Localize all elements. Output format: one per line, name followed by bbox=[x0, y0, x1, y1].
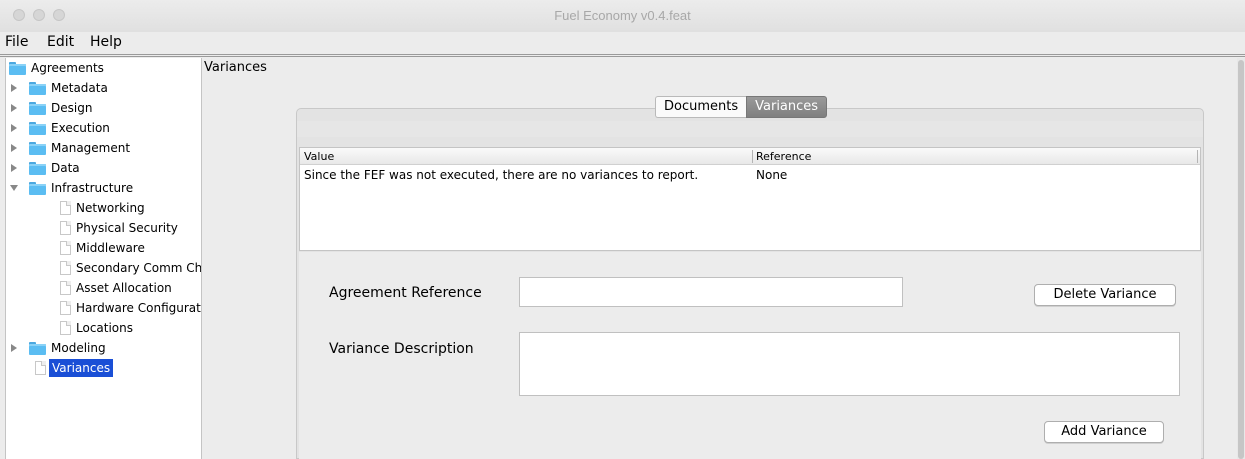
expand-arrow-icon[interactable] bbox=[11, 144, 17, 152]
tab-bar: Documents Variances bbox=[655, 96, 828, 118]
tree-label: Middleware bbox=[76, 241, 145, 255]
file-icon bbox=[60, 201, 71, 215]
delete-variance-button[interactable]: Delete Variance bbox=[1034, 284, 1176, 306]
file-icon bbox=[60, 221, 71, 235]
variance-description-input[interactable] bbox=[519, 332, 1180, 396]
expand-arrow-icon[interactable] bbox=[11, 164, 17, 172]
tree-label: Design bbox=[51, 101, 93, 115]
menu-help[interactable]: Help bbox=[90, 34, 122, 50]
file-icon bbox=[60, 301, 71, 315]
folder-icon bbox=[29, 142, 46, 155]
folder-open-icon bbox=[29, 182, 46, 195]
tree-label: Execution bbox=[51, 121, 110, 135]
tree-label: Management bbox=[51, 141, 131, 155]
tree-label: Hardware Configurat bbox=[76, 301, 201, 315]
expand-arrow-icon[interactable] bbox=[11, 344, 17, 352]
folder-icon bbox=[29, 162, 46, 175]
panel-band bbox=[297, 121, 1203, 137]
menu-file[interactable]: File bbox=[5, 34, 28, 50]
tab-variances[interactable]: Variances bbox=[746, 96, 828, 118]
folder-icon bbox=[29, 102, 46, 115]
variances-table[interactable]: Value Reference Since the FEF was not ex… bbox=[299, 147, 1201, 251]
menu-edit[interactable]: Edit bbox=[47, 34, 74, 50]
variance-description-label: Variance Description bbox=[329, 341, 474, 357]
column-header-value[interactable]: Value bbox=[304, 151, 334, 163]
file-icon bbox=[60, 321, 71, 335]
page-title: Variances bbox=[204, 60, 267, 75]
vertical-scrollbar[interactable] bbox=[1237, 58, 1245, 459]
expand-arrow-icon[interactable] bbox=[11, 124, 17, 132]
menu-bar: File Edit Help bbox=[0, 32, 1245, 55]
file-icon bbox=[60, 261, 71, 275]
file-icon bbox=[35, 361, 46, 375]
window-titlebar: Fuel Economy v0.4.feat bbox=[0, 0, 1245, 32]
column-divider[interactable] bbox=[752, 150, 753, 163]
tree-label: Infrastructure bbox=[51, 181, 134, 195]
tree-label: Metadata bbox=[51, 81, 108, 95]
sidebar-tree[interactable]: Agreements Metadata Design Execution Man… bbox=[5, 58, 202, 459]
add-variance-button[interactable]: Add Variance bbox=[1044, 421, 1164, 443]
variance-form: Agreement Reference Delete Variance Vari… bbox=[299, 252, 1201, 459]
tree-label-selected: Variances bbox=[49, 359, 114, 377]
tree-label: Data bbox=[51, 161, 80, 175]
tree-label: Locations bbox=[76, 321, 134, 335]
agreement-reference-label: Agreement Reference bbox=[329, 285, 482, 301]
collapse-arrow-icon[interactable] bbox=[10, 185, 18, 191]
table-header bbox=[300, 148, 1200, 165]
folder-icon bbox=[29, 342, 46, 355]
folder-icon bbox=[9, 62, 26, 75]
scrollbar-thumb[interactable] bbox=[1238, 60, 1244, 459]
table-cell-value[interactable]: Since the FEF was not executed, there ar… bbox=[304, 168, 698, 182]
tree-label: Secondary Comm Ch bbox=[76, 261, 202, 275]
expand-arrow-icon[interactable] bbox=[11, 104, 17, 112]
folder-icon bbox=[29, 82, 46, 95]
tree-label: Agreements bbox=[31, 61, 104, 75]
window-title: Fuel Economy v0.4.feat bbox=[554, 8, 691, 23]
column-header-reference[interactable]: Reference bbox=[756, 151, 811, 163]
tree-label: Physical Security bbox=[76, 221, 178, 235]
agreement-reference-input[interactable] bbox=[519, 277, 903, 307]
tree-label: Asset Allocation bbox=[76, 281, 172, 295]
folder-icon bbox=[29, 122, 46, 135]
column-divider[interactable] bbox=[1197, 150, 1198, 163]
expand-arrow-icon[interactable] bbox=[11, 84, 17, 92]
file-icon bbox=[60, 281, 71, 295]
tree-label: Modeling bbox=[51, 341, 106, 355]
table-cell-reference[interactable]: None bbox=[756, 168, 787, 182]
main-content: Variances Documents Variances Value Refe… bbox=[203, 58, 1245, 459]
file-icon bbox=[60, 241, 71, 255]
menu-divider bbox=[0, 54, 1245, 57]
tree-label: Networking bbox=[76, 201, 145, 215]
tab-documents[interactable]: Documents bbox=[655, 96, 747, 118]
